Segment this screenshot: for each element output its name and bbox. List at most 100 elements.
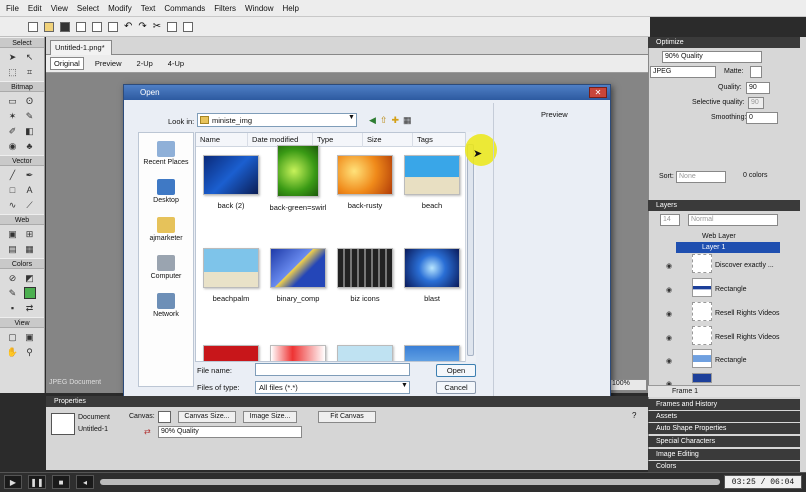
slice-tool-icon[interactable]: ⊞: [24, 228, 36, 240]
document-tab[interactable]: Untitled-1.png*: [50, 40, 112, 55]
play-icon[interactable]: ▶: [4, 475, 22, 489]
column-name[interactable]: Name: [196, 133, 248, 147]
text-tool-icon[interactable]: A: [24, 184, 36, 196]
eye-icon[interactable]: ◉: [666, 334, 672, 342]
panel-assets[interactable]: Assets: [648, 411, 800, 422]
stop-icon[interactable]: ■: [52, 475, 70, 489]
chevron-down-icon[interactable]: ▼: [348, 114, 355, 121]
file-thumb[interactable]: blast: [401, 248, 463, 303]
file-thumb[interactable]: binary_comp: [267, 248, 329, 303]
eye-icon[interactable]: ◉: [666, 262, 672, 270]
eraser-tool-icon[interactable]: ◧: [24, 125, 36, 137]
layer-item[interactable]: Resell Rights Videos: [715, 334, 779, 341]
file-name-input[interactable]: [255, 363, 410, 376]
optimize-preset-select[interactable]: 90% Quality: [662, 51, 762, 63]
full-screen-menu-icon[interactable]: ▣: [24, 331, 36, 343]
blend-mode-select[interactable]: Normal: [688, 214, 778, 226]
subselect-tool-icon[interactable]: ↖: [24, 51, 36, 63]
menu-text[interactable]: Text: [141, 4, 156, 13]
dialog-close-button[interactable]: ✕: [589, 87, 607, 98]
freeform-tool-icon[interactable]: ∿: [7, 199, 19, 211]
magic-wand-icon[interactable]: ✶: [7, 110, 19, 122]
menu-select[interactable]: Select: [77, 4, 99, 13]
panel-image-editing[interactable]: Image Editing: [648, 449, 800, 460]
up-folder-icon[interactable]: ⇧: [380, 115, 388, 126]
file-thumb[interactable]: [200, 345, 262, 361]
cut-icon[interactable]: ✂: [153, 21, 161, 32]
layer-item[interactable]: Discover exactly ...: [715, 262, 774, 269]
eye-icon[interactable]: ◉: [666, 310, 672, 318]
rectangle-tool-icon[interactable]: □: [7, 184, 19, 196]
menu-view[interactable]: View: [51, 4, 68, 13]
file-thumb[interactable]: [401, 345, 463, 361]
column-tags[interactable]: Tags: [413, 133, 466, 147]
place-recent[interactable]: Recent Places: [139, 141, 193, 166]
quality-input[interactable]: 90: [746, 82, 770, 94]
file-thumb[interactable]: [334, 345, 396, 361]
swap-colors-icon[interactable]: ⇄: [24, 302, 36, 314]
line-tool-icon[interactable]: ╱: [7, 169, 19, 181]
new-file-icon[interactable]: [28, 21, 38, 32]
eye-icon[interactable]: ◉: [666, 286, 672, 294]
canvas-size-button[interactable]: Canvas Size...: [178, 411, 236, 423]
open-file-icon[interactable]: [44, 21, 54, 32]
place-user[interactable]: ajmarketer: [139, 217, 193, 242]
file-thumb[interactable]: biz icons: [334, 248, 396, 303]
help-icon[interactable]: ?: [632, 411, 636, 420]
pause-icon[interactable]: ❚❚: [28, 475, 46, 489]
undo-icon[interactable]: ↶: [124, 21, 132, 32]
hand-tool-icon[interactable]: ✋: [7, 346, 19, 358]
stroke-color-icon[interactable]: ✎: [7, 287, 19, 299]
layer-item[interactable]: Rectangle: [715, 286, 747, 293]
menu-commands[interactable]: Commands: [164, 4, 205, 13]
file-thumb[interactable]: back-green=swirl: [267, 145, 329, 212]
file-thumb[interactable]: beach: [401, 155, 463, 210]
export-icon[interactable]: [92, 21, 102, 32]
chevron-down-icon[interactable]: ▼: [401, 382, 408, 389]
smoothing-select[interactable]: 0: [746, 112, 778, 124]
file-thumb[interactable]: [267, 345, 329, 361]
view-4up-tab[interactable]: 4-Up: [164, 57, 188, 70]
menu-file[interactable]: File: [6, 4, 19, 13]
file-thumb[interactable]: beachpalm: [200, 248, 262, 303]
image-size-button[interactable]: Image Size...: [243, 411, 297, 423]
crop-tool-icon[interactable]: ⌗: [24, 66, 36, 78]
eyedropper-tool-icon[interactable]: ⊘: [7, 272, 19, 284]
look-in-select[interactable]: ministe_img: [197, 113, 357, 127]
file-thumb[interactable]: back-rusty: [334, 155, 396, 210]
redo-icon[interactable]: ↷: [138, 21, 146, 32]
scale-tool-icon[interactable]: ⬚: [7, 66, 19, 78]
column-size[interactable]: Size: [363, 133, 413, 147]
view-original-tab[interactable]: Original: [50, 57, 84, 70]
sort-select[interactable]: None: [676, 171, 726, 183]
marquee-tool-icon[interactable]: ▭: [7, 95, 19, 107]
show-slices-icon[interactable]: ▦: [24, 243, 36, 255]
properties-panel-header[interactable]: Properties: [46, 396, 648, 407]
place-desktop[interactable]: Desktop: [139, 179, 193, 204]
hotspot-tool-icon[interactable]: ▣: [7, 228, 19, 240]
layer-1-row[interactable]: Layer 1: [676, 242, 780, 253]
save-icon[interactable]: [60, 21, 70, 32]
canvas-color-swatch[interactable]: [158, 411, 171, 423]
paint-bucket-icon[interactable]: ◩: [24, 272, 36, 284]
lasso-tool-icon[interactable]: ʘ: [24, 95, 36, 107]
panel-special-characters[interactable]: Special Characters: [648, 436, 800, 447]
fit-canvas-button[interactable]: Fit Canvas: [318, 411, 376, 423]
files-of-type-select[interactable]: All files (*.*): [255, 381, 410, 394]
cancel-button[interactable]: Cancel: [436, 381, 476, 394]
pencil-tool-icon[interactable]: ✐: [7, 125, 19, 137]
menu-modify[interactable]: Modify: [108, 4, 132, 13]
stamp-tool-icon[interactable]: ♣: [24, 140, 36, 152]
paste-icon[interactable]: [183, 21, 194, 32]
matte-swatch[interactable]: [750, 66, 762, 78]
view-2up-tab[interactable]: 2-Up: [133, 57, 157, 70]
back-icon[interactable]: ◀: [369, 115, 376, 126]
menu-edit[interactable]: Edit: [28, 4, 42, 13]
frame-label[interactable]: Frame 1: [672, 388, 698, 395]
format-select[interactable]: JPEG: [650, 66, 716, 78]
seek-bar[interactable]: [100, 479, 720, 485]
eye-icon[interactable]: ◉: [666, 357, 672, 365]
view-preview-tab[interactable]: Preview: [91, 57, 126, 70]
optimize-panel-header[interactable]: Optimize: [648, 37, 800, 48]
menu-window[interactable]: Window: [245, 4, 273, 13]
